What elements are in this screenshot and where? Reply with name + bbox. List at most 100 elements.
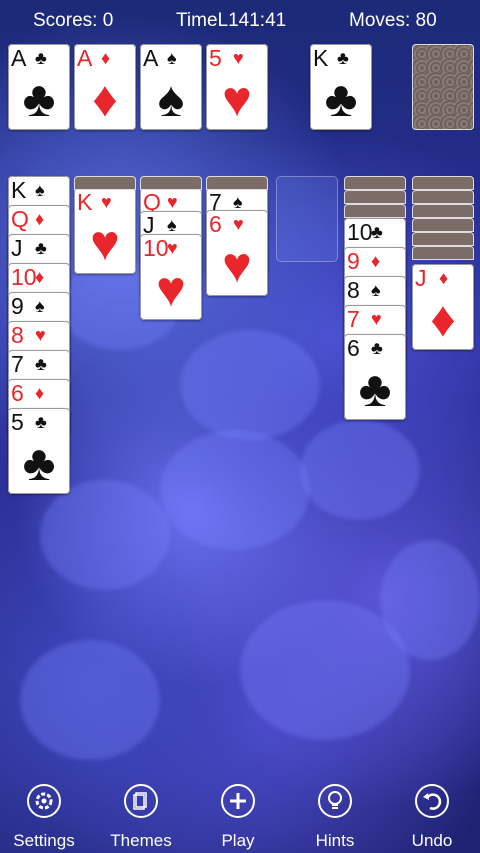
card-suit-small: ♥ bbox=[233, 214, 244, 234]
card-suit-small: ♣ bbox=[371, 222, 383, 242]
card-suit-small: ♣ bbox=[371, 338, 383, 358]
card-suit-large: ♣ bbox=[22, 71, 56, 127]
card-suit-small: ♠ bbox=[371, 280, 381, 300]
card-rank: K bbox=[77, 189, 93, 215]
tableau-card[interactable]: 5 ♣ ♣ bbox=[8, 408, 70, 494]
foundation-2[interactable]: A ♦ ♦ bbox=[74, 44, 136, 130]
status-bar: Scores: 0 TimeL141:41 Moves: 80 bbox=[0, 0, 480, 42]
foundation-3[interactable]: A ♠ ♠ bbox=[140, 44, 202, 130]
card-rank: 6 bbox=[11, 380, 24, 406]
card-suit-large: ♣ bbox=[358, 361, 392, 417]
undo-button[interactable]: Undo bbox=[387, 780, 477, 851]
card-rank: K bbox=[313, 45, 329, 71]
card-suit-small: ♥ bbox=[167, 238, 178, 258]
card-rank: 6 bbox=[347, 335, 360, 361]
themes-label: Themes bbox=[110, 831, 172, 850]
card-suit-large: ♣ bbox=[22, 435, 56, 491]
plus-icon bbox=[221, 784, 255, 818]
card-rank: 6 bbox=[209, 211, 222, 237]
card-rank: 10 bbox=[143, 235, 169, 261]
gear-icon bbox=[27, 784, 61, 818]
card-suit-small: ♥ bbox=[167, 192, 178, 212]
card-rank: 9 bbox=[347, 248, 360, 274]
tableau-card[interactable]: J ♦ ♦ bbox=[412, 264, 474, 350]
card-suit-large: ♣ bbox=[324, 71, 358, 127]
face-down-card bbox=[412, 218, 474, 232]
card-rank: 8 bbox=[11, 322, 24, 348]
empty-tableau-slot[interactable] bbox=[276, 176, 338, 262]
settings-label: Settings bbox=[13, 831, 75, 850]
lightbulb-icon bbox=[318, 784, 352, 818]
card-suit-small: ♠ bbox=[35, 180, 45, 200]
background-flower bbox=[160, 430, 310, 550]
foundation-1[interactable]: A ♣ ♣ bbox=[8, 44, 70, 130]
card-rank: 5 bbox=[11, 409, 24, 435]
face-down-card bbox=[412, 246, 474, 260]
hints-button[interactable]: Hints bbox=[290, 780, 380, 851]
card-rank: K bbox=[11, 177, 27, 203]
card-rank: 10 bbox=[347, 219, 373, 245]
stock-pile[interactable] bbox=[412, 44, 474, 130]
undo-icon bbox=[415, 784, 449, 818]
hints-label: Hints bbox=[315, 831, 355, 850]
face-down-card bbox=[344, 190, 406, 204]
play-button[interactable]: Play bbox=[193, 780, 283, 851]
card-suit-small: ♠ bbox=[35, 296, 45, 316]
themes-button[interactable]: Themes bbox=[96, 780, 186, 851]
card-rank: 9 bbox=[11, 293, 24, 319]
face-down-card bbox=[344, 204, 406, 218]
card-suit-small: ♥ bbox=[371, 309, 382, 329]
face-down-card bbox=[412, 204, 474, 218]
card-suit-small: ♥ bbox=[101, 192, 112, 212]
card-suit-small: ♣ bbox=[35, 354, 47, 374]
card-suit-large: ♥ bbox=[222, 71, 252, 127]
card-rank: A bbox=[11, 45, 27, 71]
face-down-card bbox=[412, 190, 474, 204]
themes-icon bbox=[124, 784, 158, 818]
background-flower bbox=[180, 330, 320, 440]
card-rank: J bbox=[415, 265, 427, 291]
tableau-card[interactable]: 6 ♥ ♥ bbox=[206, 210, 268, 296]
card-suit-small: ♠ bbox=[167, 215, 177, 235]
moves-label: Moves: 80 bbox=[349, 10, 437, 31]
card-suit-small: ♥ bbox=[233, 48, 244, 68]
card-suit-large: ♥ bbox=[222, 237, 252, 293]
tableau-card[interactable]: 6 ♣ ♣ bbox=[344, 334, 406, 420]
card-suit-small: ♣ bbox=[337, 48, 349, 68]
card-suit-large: ♦ bbox=[430, 291, 456, 347]
card-suit-large: ♥ bbox=[90, 215, 120, 271]
background-flower bbox=[40, 480, 170, 590]
card-suit-large: ♠ bbox=[157, 71, 185, 127]
card-suit-small: ♦ bbox=[371, 251, 381, 271]
face-down-card bbox=[74, 176, 136, 190]
card-rank: A bbox=[143, 45, 159, 71]
card-suit-large: ♦ bbox=[92, 71, 118, 127]
play-label: Play bbox=[221, 831, 255, 850]
waste-card[interactable]: K ♣ ♣ bbox=[310, 44, 372, 130]
face-down-card bbox=[344, 176, 406, 190]
background-flower bbox=[300, 420, 420, 520]
card-suit-large: ♥ bbox=[156, 261, 186, 317]
face-down-card bbox=[206, 176, 268, 190]
tableau-card[interactable]: K ♥ ♥ bbox=[74, 188, 136, 274]
card-rank: 7 bbox=[11, 351, 24, 377]
card-suit-small: ♦ bbox=[101, 48, 111, 68]
card-suit-small: ♦ bbox=[35, 267, 45, 287]
card-rank: 5 bbox=[209, 45, 222, 71]
bottom-toolbar: Settings Themes Play Hints Undo bbox=[0, 780, 480, 853]
foundation-4[interactable]: 5 ♥ ♥ bbox=[206, 44, 268, 130]
card-suit-small: ♣ bbox=[35, 412, 47, 432]
card-rank: 8 bbox=[347, 277, 360, 303]
tableau-card[interactable]: 10 ♥ ♥ bbox=[140, 234, 202, 320]
score-label: Scores: 0 bbox=[33, 10, 114, 31]
face-down-card bbox=[140, 176, 202, 190]
card-suit-small: ♠ bbox=[167, 48, 177, 68]
time-label: TimeL141:41 bbox=[176, 10, 287, 31]
card-suit-small: ♥ bbox=[35, 325, 46, 345]
background-flower bbox=[20, 640, 160, 760]
face-down-card bbox=[412, 176, 474, 190]
settings-button[interactable]: Settings bbox=[0, 780, 89, 851]
card-suit-small: ♦ bbox=[35, 383, 45, 403]
card-suit-small: ♣ bbox=[35, 238, 47, 258]
undo-label: Undo bbox=[411, 831, 453, 850]
